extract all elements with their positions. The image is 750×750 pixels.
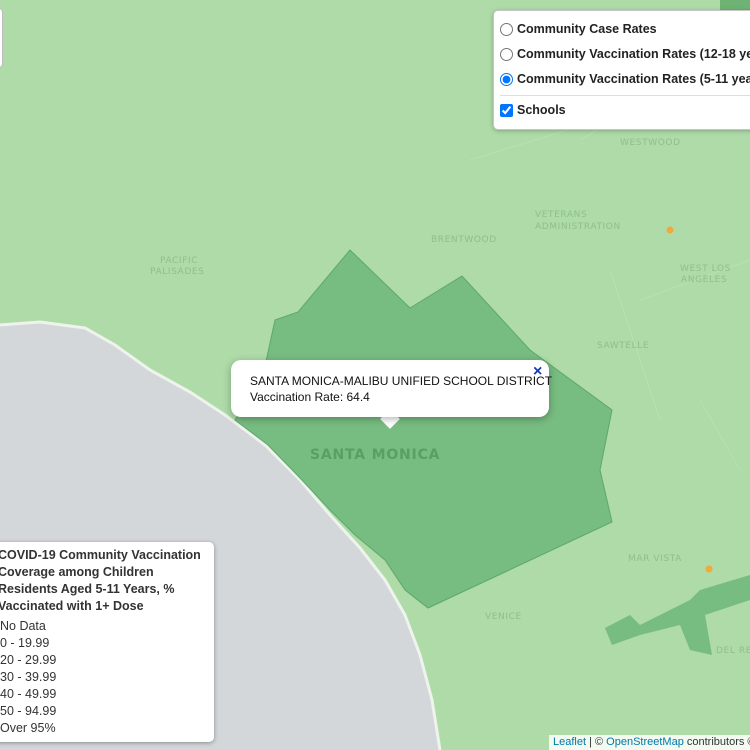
layer-option-case-rates[interactable]: Community Case Rates <box>500 22 657 36</box>
place-label: MAR VISTA <box>628 554 682 564</box>
popup-vaccination-rate: Vaccination Rate: 64.4 <box>250 390 370 404</box>
osm-link[interactable]: OpenStreetMap <box>606 736 684 748</box>
legend-title: COVID-19 Community Vaccination Coverage … <box>0 548 201 613</box>
legend-item: 20 - 29.99 <box>0 653 57 667</box>
place-label: SAWTELLE <box>597 341 649 351</box>
map-legend: COVID-19 Community Vaccination Coverage … <box>0 542 214 742</box>
place-label: WESTWOOD <box>620 138 681 148</box>
legend-item: 50 - 94.99 <box>0 704 57 718</box>
legend-item: No Data <box>0 619 46 633</box>
school-marker[interactable] <box>666 226 674 234</box>
radio-vax-5-11[interactable] <box>500 72 513 86</box>
leaflet-link[interactable]: Leaflet <box>553 736 586 748</box>
place-label: DEL REY <box>716 646 750 656</box>
layer-divider <box>500 95 750 96</box>
legend-item: 40 - 49.99 <box>0 687 57 701</box>
place-label: PALISADES <box>150 267 204 277</box>
layer-option-schools[interactable]: Schools <box>500 103 566 117</box>
legend-item: 0 - 19.99 <box>0 636 50 650</box>
popup-title: SANTA MONICA-MALIBU UNIFIED SCHOOL DISTR… <box>250 374 553 388</box>
school-marker[interactable] <box>705 565 713 573</box>
legend-item: 30 - 39.99 <box>0 670 57 684</box>
place-label: ANGELES <box>681 275 727 285</box>
legend-item: Over 95% <box>0 721 56 735</box>
place-label-santa-monica: SANTA MONICA <box>310 447 440 463</box>
place-label: WEST LOS <box>680 264 731 274</box>
close-icon[interactable]: × <box>533 363 542 381</box>
radio-vax-12-18[interactable] <box>500 47 513 61</box>
checkbox-schools[interactable] <box>500 103 513 117</box>
layer-option-vax-5-11[interactable]: Community Vaccination Rates (5-11 year-o… <box>500 72 750 86</box>
layer-control-panel: Community Case Rates Community Vaccinati… <box>493 10 750 130</box>
zoom-control[interactable] <box>0 8 3 68</box>
place-label: VETERANS <box>535 210 587 220</box>
place-label: BRENTWOOD <box>431 235 497 245</box>
layer-toggle-tab[interactable] <box>720 0 750 10</box>
place-label: PACIFIC <box>160 256 198 266</box>
place-label: ADMINISTRATION <box>535 222 621 232</box>
layer-option-vax-12-18[interactable]: Community Vaccination Rates (12-18 year-… <box>500 47 750 61</box>
place-label: VENICE <box>485 612 522 622</box>
radio-case-rates[interactable] <box>500 22 513 36</box>
map-attribution: Leaflet | © OpenStreetMap contributors © <box>549 735 750 750</box>
district-popup: SANTA MONICA-MALIBU UNIFIED SCHOOL DISTR… <box>231 360 553 417</box>
